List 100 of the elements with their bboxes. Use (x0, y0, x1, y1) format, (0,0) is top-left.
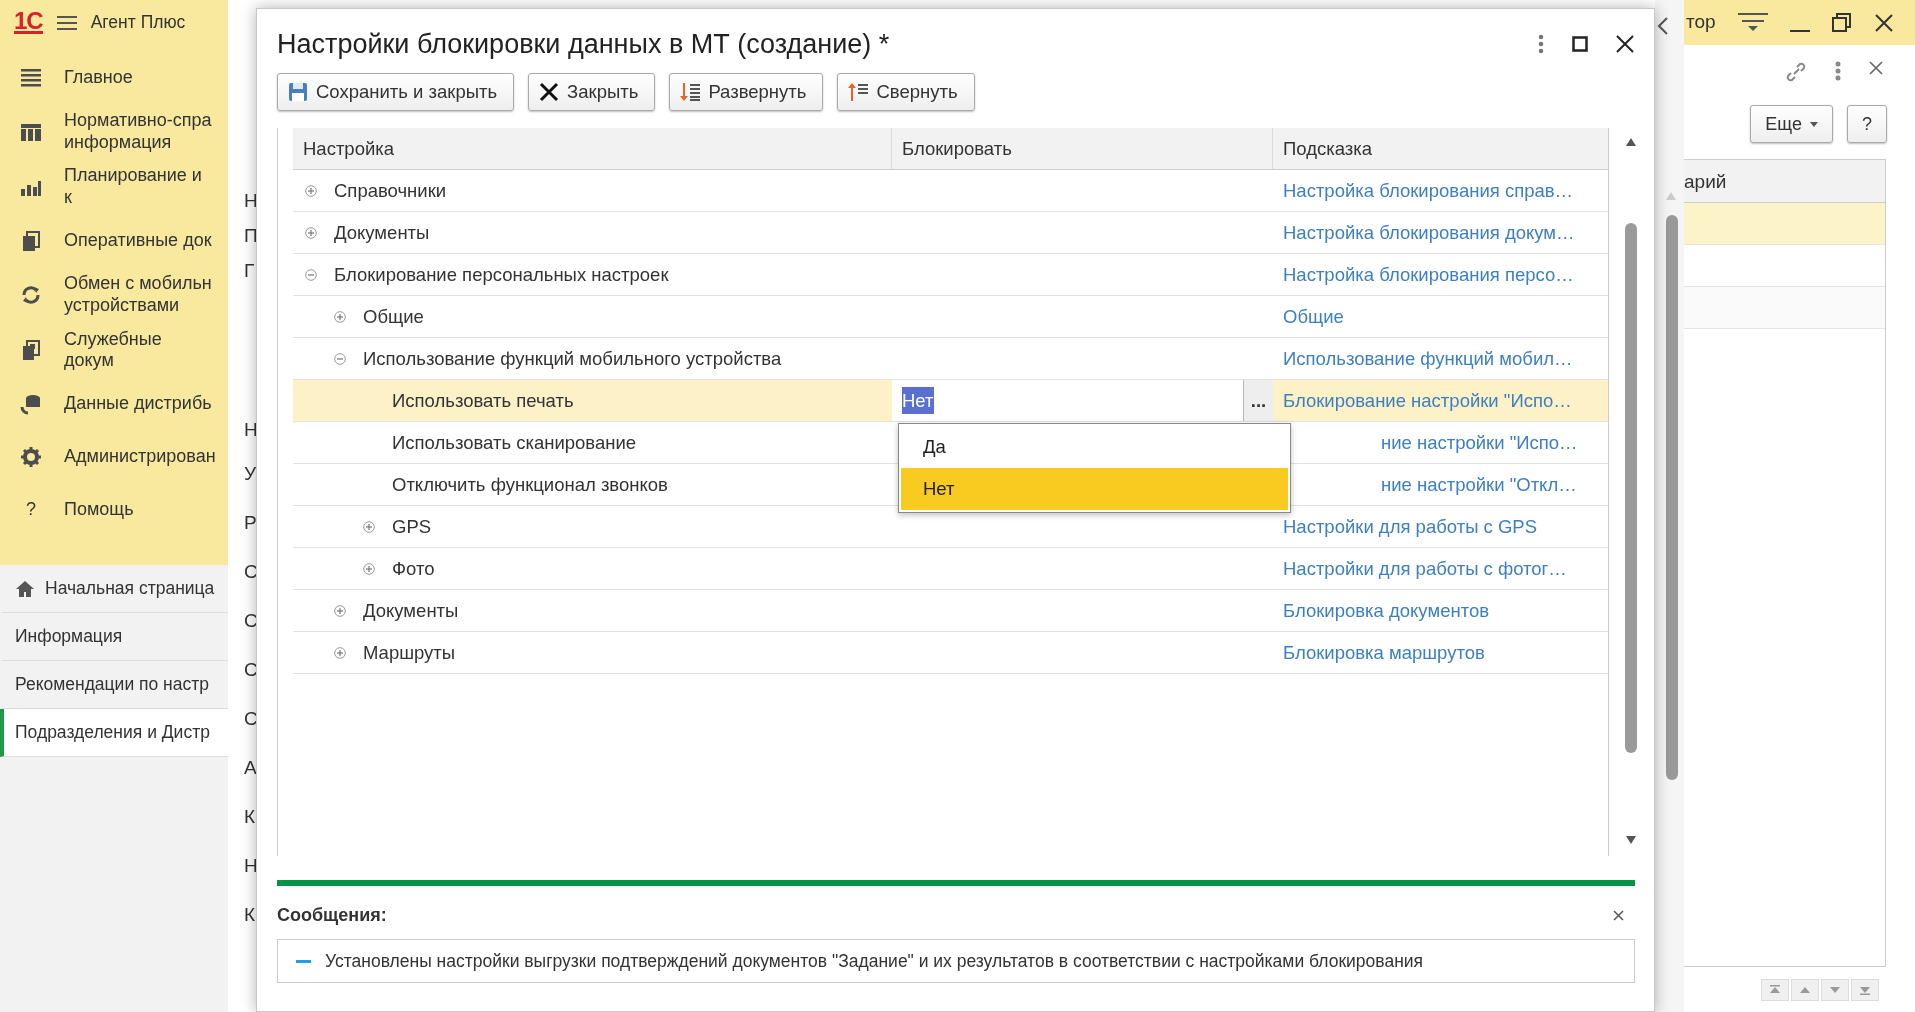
logo[interactable]: 1С (14, 11, 43, 34)
collapse-icon[interactable] (305, 268, 317, 281)
label-fragment: Н (244, 189, 256, 213)
scroll-down-icon[interactable] (1626, 836, 1637, 844)
maximize-icon[interactable] (1572, 36, 1588, 52)
documents-icon (20, 229, 42, 252)
tree-row[interactable]: Маршруты Блокировка маршрутов (293, 632, 1609, 674)
home-icon (15, 579, 35, 598)
close-icon[interactable] (1613, 910, 1624, 921)
hint-link[interactable]: Блокирование настройки "Испо… (1283, 386, 1572, 415)
label-fragment: С (244, 609, 256, 633)
page-tab[interactable]: Подразделения и Дистр (0, 709, 228, 757)
tree-row[interactable]: GPS Настройки для работы с GPS (293, 506, 1609, 548)
menu-icon[interactable] (56, 14, 77, 31)
setting-label: Использовать сканирование (392, 430, 637, 455)
tree-row[interactable]: Справочники Настройка блокирования справ… (293, 170, 1609, 212)
scrollbar-thumb[interactable] (1625, 223, 1638, 753)
collapse-icon[interactable] (334, 352, 346, 365)
section-link[interactable]: Служебные докум (0, 322, 228, 378)
label-fragment: А (244, 756, 256, 780)
section-link[interactable]: Обмен с мобильн устройствами (0, 267, 228, 323)
hint-link[interactable]: Общие (1283, 302, 1344, 331)
hint-link[interactable]: Блокировка документов (1283, 596, 1490, 625)
dash-icon (296, 959, 311, 963)
message-text: Установлены настройки выгрузки подтверждений документов "Задание" и их результатов в соответствии с настройками блокирования (325, 949, 1424, 973)
setting-label: Блокирование персональных настроек (334, 262, 669, 287)
setting-label: GPS (392, 514, 432, 539)
label-fragment: Г (244, 259, 256, 283)
expand-icon[interactable] (363, 562, 375, 575)
label-fragment: У (244, 462, 256, 486)
section-link[interactable]: Нормативно-спра информация (0, 104, 228, 160)
gear-icon (20, 446, 42, 469)
setting-label: Отключить функционал звонков (392, 472, 668, 497)
hint-link[interactable]: ние настройки "Испо… (1381, 428, 1578, 457)
toolbar-button[interactable]: Закрыть (528, 73, 656, 111)
column-header: Подсказка (1282, 136, 1374, 161)
hint-link[interactable]: Настройка блокирования справ… (1283, 176, 1574, 205)
section-link[interactable]: Планирование и к (0, 159, 228, 215)
column-header: Настройка (293, 128, 892, 169)
list-icon (20, 66, 42, 89)
expand-icon[interactable] (305, 184, 317, 197)
hint-link[interactable]: Настройки для работы с фотог… (1283, 554, 1567, 583)
setting-label: Использовать печать (392, 388, 574, 413)
documents-icon (20, 339, 42, 362)
close-icon[interactable] (1873, 12, 1894, 33)
hint-link[interactable]: Настройки для работы с GPS (1283, 512, 1538, 541)
hint-link[interactable]: ние настройки "Откл… (1381, 470, 1577, 499)
expand-icon[interactable] (334, 604, 346, 617)
tree-row[interactable]: Документы Настройка блокирования докум… (293, 212, 1609, 254)
section-link[interactable]: Администрирован (0, 430, 228, 484)
more-icon[interactable] (1538, 34, 1544, 54)
hint-link[interactable]: Блокировка маршрутов (1283, 638, 1485, 667)
toolbar-button[interactable]: Развернуть (669, 73, 824, 111)
tree-row[interactable]: Блокирование персональных настроек Настройка блокирования персо… (293, 254, 1609, 296)
sort-up-icon (848, 82, 869, 102)
close-icon[interactable] (1616, 35, 1634, 53)
choose-button[interactable]: ... (1243, 380, 1273, 421)
label-fragment: Н (244, 854, 256, 878)
label-fragment: С (244, 658, 256, 682)
expand-icon[interactable] (334, 310, 346, 323)
expand-icon[interactable] (305, 226, 317, 239)
label-fragment: С (244, 707, 256, 731)
chevron-left-icon[interactable] (1657, 16, 1669, 36)
section-link[interactable]: Главное (0, 51, 228, 104)
refresh-icon (20, 283, 42, 306)
more-button[interactable]: Еще (1750, 105, 1833, 143)
scroll-up-icon[interactable] (1626, 138, 1637, 146)
help-icon: ? (20, 499, 42, 522)
user-name: тор (1686, 10, 1716, 35)
dropdown-option[interactable]: Нет (901, 468, 1288, 510)
app-title: Агент Плюс (90, 11, 186, 35)
more-icon[interactable] (1835, 61, 1841, 81)
hint-link[interactable]: Настройка блокирования докум… (1283, 218, 1575, 247)
link-icon[interactable] (1785, 61, 1807, 83)
help-button[interactable]: ? (1847, 105, 1887, 143)
caret-icon (1810, 121, 1818, 127)
section-link[interactable]: ? Помощь (0, 483, 228, 537)
section-link[interactable]: Оперативные док (0, 214, 228, 268)
label-fragment: Р (244, 511, 256, 535)
expand-icon[interactable] (334, 646, 346, 659)
hint-link[interactable]: Использование функций мобил… (1283, 344, 1573, 373)
label-fragment: С (244, 560, 256, 584)
tree-row[interactable]: Документы Блокировка документов (293, 590, 1609, 632)
setting-label: Документы (363, 598, 459, 623)
section-link[interactable]: Данные дистрибь (0, 377, 228, 431)
expand-icon[interactable] (363, 520, 375, 533)
toolbar-button[interactable]: Сохранить и закрыть (277, 73, 515, 111)
scrollbar-thumb[interactable] (1666, 215, 1678, 780)
value-field[interactable]: Нет (892, 380, 1243, 421)
dialog-title: Настройки блокировки данных в МТ (создание) * (277, 27, 891, 61)
toolbar-button[interactable]: Свернуть (837, 73, 975, 111)
restore-icon[interactable] (1831, 12, 1852, 33)
setting-label: Общие (363, 304, 424, 329)
tree-row[interactable]: Фото Настройки для работы с фотог… (293, 548, 1609, 590)
setting-label: Документы (334, 220, 430, 245)
setting-label: Маршруты (363, 640, 456, 665)
tree-row[interactable]: Общие Общие (293, 296, 1609, 338)
hint-link[interactable]: Настройка блокирования персо… (1283, 260, 1574, 289)
scroll-top-icon[interactable] (1769, 985, 1781, 995)
scroll-bottom-icon[interactable] (1859, 985, 1871, 995)
